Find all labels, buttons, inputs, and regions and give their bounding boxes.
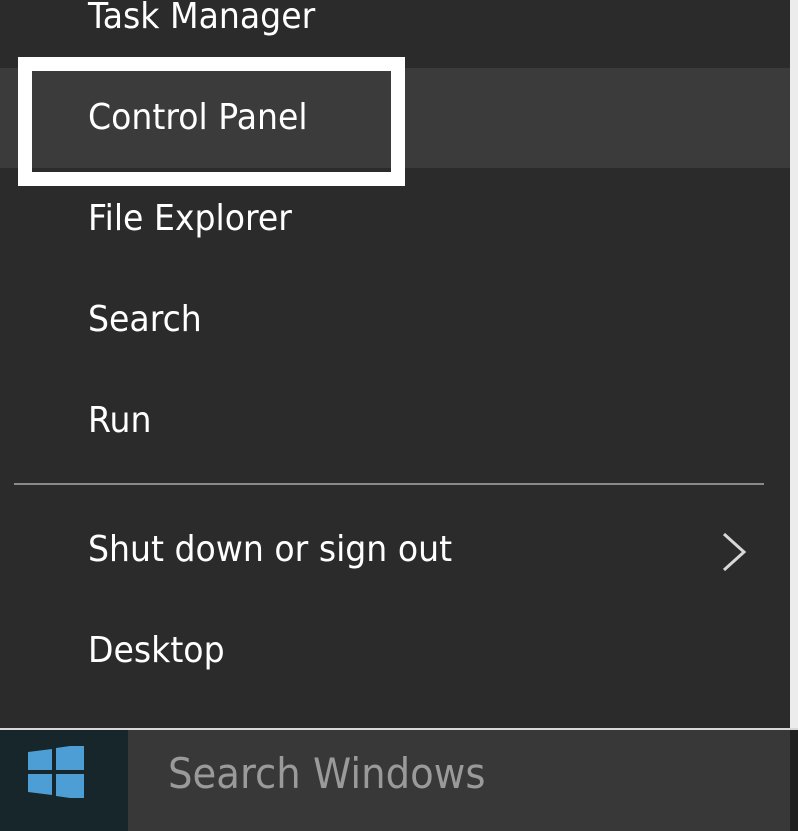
- menu-item-label: Run: [88, 400, 152, 441]
- chevron-right-icon: [710, 500, 790, 600]
- menu-item-desktop[interactable]: Desktop: [0, 601, 790, 701]
- menu-item-label: Search: [88, 299, 202, 340]
- start-button[interactable]: [0, 730, 128, 831]
- menu-divider: [14, 483, 764, 485]
- menu-item-label: Control Panel: [88, 97, 308, 138]
- windows-logo-icon: [28, 746, 84, 798]
- menu-item-shut-down-or-sign-out[interactable]: Shut down or sign out: [0, 500, 790, 600]
- menu-right-edge: [790, 0, 798, 728]
- search-placeholder: Search Windows: [168, 749, 486, 798]
- menu-item-run[interactable]: Run: [0, 371, 790, 471]
- search-box[interactable]: Search Windows: [128, 730, 790, 831]
- menu-item-file-explorer[interactable]: File Explorer: [0, 169, 790, 269]
- menu-item-label: Desktop: [88, 630, 225, 671]
- menu-item-search[interactable]: Search: [0, 270, 790, 370]
- menu-item-task-manager[interactable]: Task Manager: [0, 0, 790, 67]
- menu-item-label: Task Manager: [88, 0, 316, 37]
- menu-item-label: Shut down or sign out: [88, 529, 453, 570]
- menu-item-label: File Explorer: [88, 198, 292, 239]
- menu-item-control-panel[interactable]: Control Panel: [0, 68, 790, 168]
- quick-link-menu: Task Manager Control Panel File Explorer…: [0, 0, 798, 728]
- taskbar: Search Windows: [0, 728, 798, 831]
